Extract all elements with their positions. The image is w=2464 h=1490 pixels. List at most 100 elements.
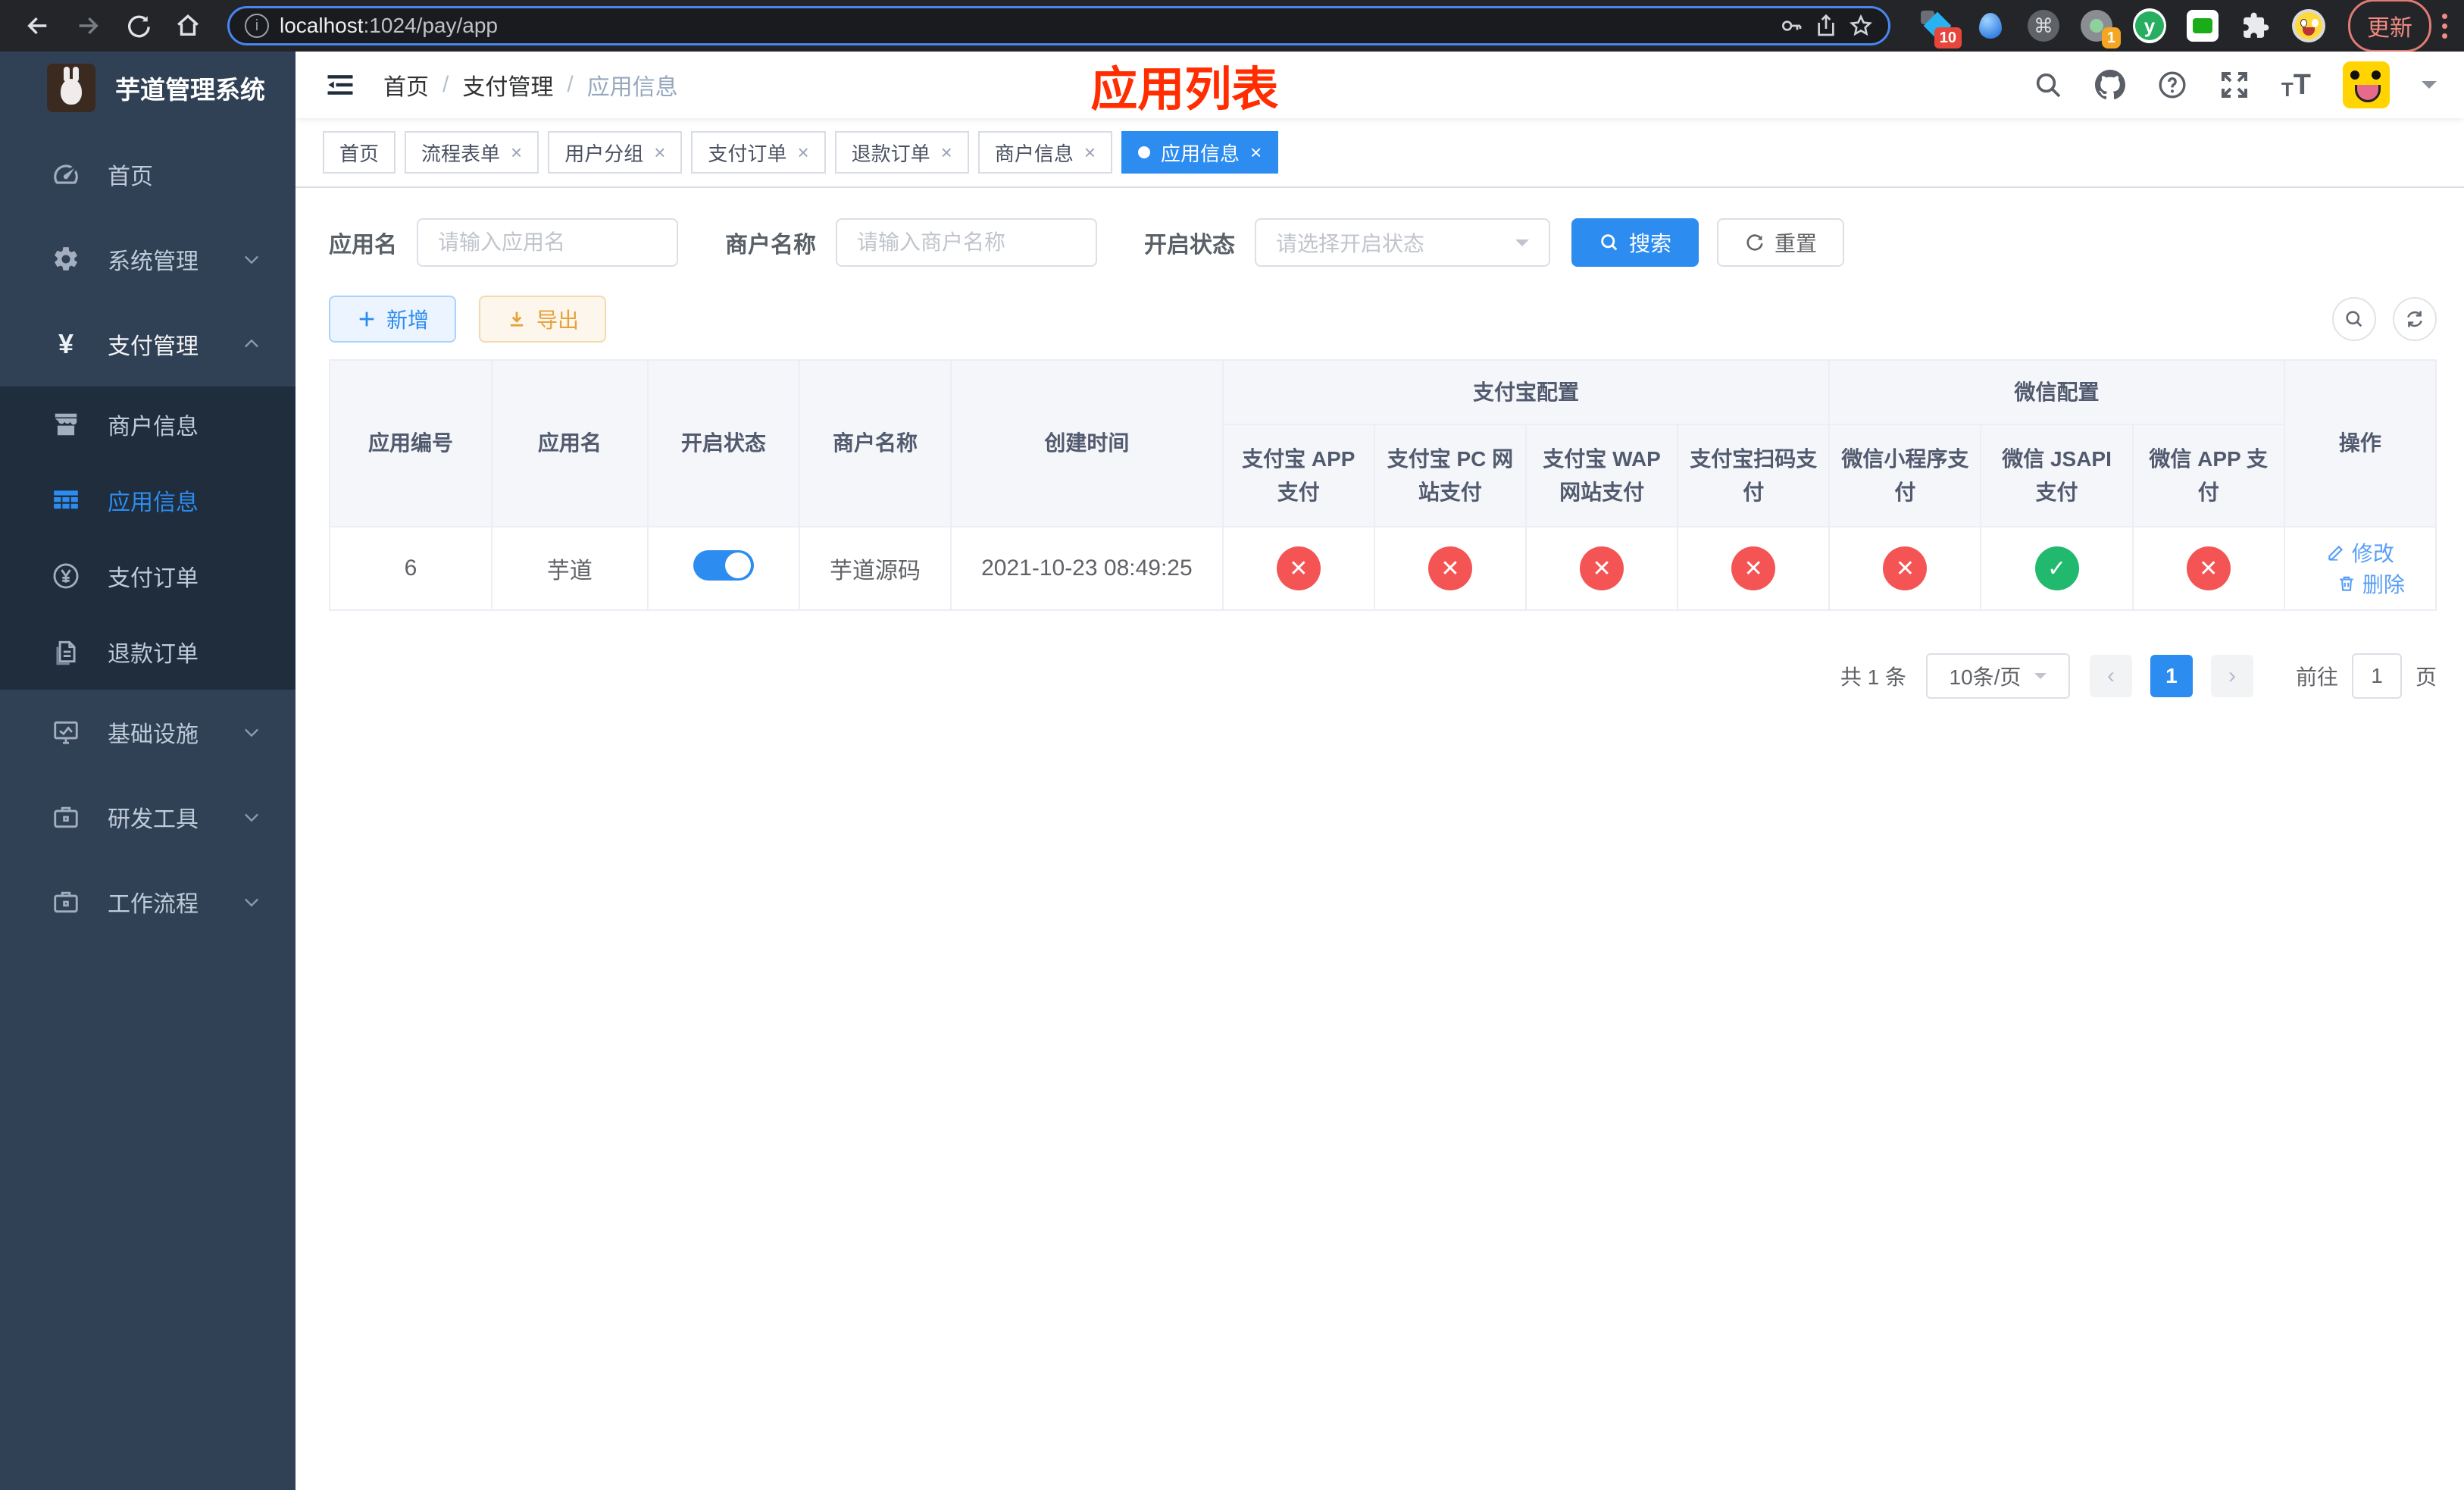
reset-button[interactable]: 重置 xyxy=(1717,218,1845,267)
extension-y-icon[interactable]: y xyxy=(2133,8,2166,43)
tab-close-icon[interactable]: × xyxy=(797,142,808,162)
add-button[interactable]: 新增 xyxy=(329,296,457,343)
user-avatar[interactable] xyxy=(2343,61,2390,108)
filter-merchant-label: 商户名称 xyxy=(725,233,816,258)
tab-close-icon[interactable]: × xyxy=(941,142,952,162)
extension-dot-icon[interactable]: 1 xyxy=(2080,9,2121,49)
tab-merchant-info[interactable]: 商户信息 × xyxy=(977,131,1113,174)
tab-user-group[interactable]: 用户分组 × xyxy=(548,131,683,174)
sidebar-item-merchant-info[interactable]: 商户信息 xyxy=(0,387,295,462)
sidebar-item-app-info[interactable]: 应用信息 xyxy=(0,462,295,538)
show-search-toggle-button[interactable] xyxy=(2332,297,2376,341)
wechat-jsapi-status-icon: ✓ xyxy=(2034,546,2079,590)
sidebar-item-workflow[interactable]: 工作流程 xyxy=(0,859,295,944)
back-icon[interactable] xyxy=(17,5,59,47)
chrome-update-button[interactable]: 更新 xyxy=(2348,0,2431,52)
search-button[interactable]: 搜索 xyxy=(1571,218,1699,267)
bookmark-star-icon[interactable] xyxy=(1849,14,1873,38)
refresh-table-button[interactable] xyxy=(2393,297,2437,341)
pagination: 共 1 条 10条/页 ‹ 1 › 前往 页 xyxy=(329,653,2437,699)
sidebar-item-payment[interactable]: ¥ 支付管理 xyxy=(0,302,295,387)
address-bar[interactable]: i localhost:1024/pay/app xyxy=(227,6,1890,45)
sidebar-item-label: 研发工具 xyxy=(108,807,199,832)
merchant-name-input[interactable] xyxy=(836,218,1097,267)
sidebar-item-pay-order[interactable]: 支付订单 xyxy=(0,538,295,614)
delete-link[interactable]: 删除 xyxy=(2337,568,2405,599)
export-button[interactable]: 导出 xyxy=(479,296,607,343)
page-annotation-title: 应用列表 xyxy=(1090,64,1279,116)
breadcrumb-payment[interactable]: 支付管理 xyxy=(462,68,553,102)
page-size-select[interactable]: 10条/页 xyxy=(1925,653,2070,699)
site-info-icon[interactable]: i xyxy=(245,14,269,38)
col-header-merchant: 商户名称 xyxy=(798,359,952,527)
briefcase-icon xyxy=(50,887,82,916)
tab-refund-order[interactable]: 退款订单 × xyxy=(834,131,969,174)
fullscreen-icon[interactable] xyxy=(2219,70,2250,100)
page-number-button[interactable]: 1 xyxy=(2150,655,2193,697)
goto-page-input[interactable] xyxy=(2351,653,2402,699)
store-icon xyxy=(50,410,82,439)
chevron-down-icon xyxy=(241,806,262,828)
extension-command-icon[interactable]: ⌘ xyxy=(2027,9,2060,42)
reload-icon[interactable] xyxy=(117,5,159,47)
url-text[interactable]: localhost:1024/pay/app xyxy=(280,14,1768,38)
extension-balloon-icon[interactable] xyxy=(1974,9,2007,42)
github-icon[interactable] xyxy=(2094,70,2125,100)
tab-process-form[interactable]: 流程表单 × xyxy=(405,131,539,174)
tab-close-icon[interactable]: × xyxy=(1084,142,1096,162)
alipay-pc-status-icon: ✕ xyxy=(1427,546,1472,590)
breadcrumb: 首页 / 支付管理 / 应用信息 xyxy=(383,68,678,102)
prev-page-button[interactable]: ‹ xyxy=(2089,655,2132,697)
sidebar-item-system[interactable]: 系统管理 xyxy=(0,217,295,302)
forward-icon[interactable] xyxy=(67,5,109,47)
sidebar-item-refund-order[interactable]: 退款订单 xyxy=(0,614,295,690)
chevron-down-icon xyxy=(241,249,262,270)
sidebar-item-label: 支付管理 xyxy=(108,334,199,359)
browser-menu-icon[interactable] xyxy=(2442,13,2447,39)
tab-close-icon[interactable]: × xyxy=(654,142,665,162)
sidebar-item-dev-tools[interactable]: 研发工具 xyxy=(0,775,295,859)
document-icon xyxy=(50,637,82,666)
share-icon[interactable] xyxy=(1814,14,1838,38)
app-title: 芋道管理系统 xyxy=(115,76,265,104)
sidebar-item-infra[interactable]: 基础设施 xyxy=(0,690,295,775)
browser-profile-avatar[interactable] xyxy=(2292,9,2325,42)
col-header-app-name: 应用名 xyxy=(491,359,649,527)
sidebar-item-label: 应用信息 xyxy=(108,490,199,515)
tab-close-icon[interactable]: × xyxy=(1250,142,1262,162)
tab-app-info[interactable]: 应用信息 × xyxy=(1121,131,1279,174)
briefcase-icon xyxy=(50,803,82,831)
next-page-button[interactable]: › xyxy=(2210,655,2253,697)
wechat-mini-status-icon: ✕ xyxy=(1883,546,1928,590)
goto-suffix-label: 页 xyxy=(2415,665,2437,689)
home-icon[interactable] xyxy=(167,5,209,47)
alipay-wap-status-icon: ✕ xyxy=(1580,546,1624,590)
search-icon[interactable] xyxy=(2033,70,2063,100)
app-name-input[interactable] xyxy=(417,218,678,267)
sidebar-item-home[interactable]: 首页 xyxy=(0,132,295,217)
sidebar-item-label: 退款订单 xyxy=(108,642,199,667)
extension-chat-icon[interactable] xyxy=(2186,9,2219,42)
sub-header-alipay-qr: 支付宝扫码支付 xyxy=(1677,424,1831,527)
password-key-icon[interactable] xyxy=(1779,14,1803,38)
extension-diamond-icon[interactable]: 10 xyxy=(1921,9,1962,49)
tab-close-icon[interactable]: × xyxy=(511,142,522,162)
edit-link[interactable]: 修改 xyxy=(2326,537,2394,568)
browser-toolbar: i localhost:1024/pay/app 10 ⌘ 1 y 更新 xyxy=(0,0,2464,52)
tag-view-bar: 首页 流程表单 × 用户分组 × 支付订单 × 退款订单 × 商户信息 × 应用信息 × xyxy=(295,118,2464,188)
app-logo-row[interactable]: 芋道管理系统 xyxy=(0,52,295,124)
breadcrumb-home[interactable]: 首页 xyxy=(383,68,429,102)
tab-home[interactable]: 首页 xyxy=(323,131,396,174)
wechat-app-status-icon: ✕ xyxy=(2186,546,2231,590)
extensions-puzzle-icon[interactable] xyxy=(2239,9,2272,42)
help-icon[interactable] xyxy=(2157,70,2187,100)
tab-pay-order[interactable]: 支付订单 × xyxy=(691,131,826,174)
user-menu-caret-icon[interactable] xyxy=(2422,81,2437,96)
status-select[interactable]: 请选择开启状态 xyxy=(1255,218,1550,267)
cell-merchant: 芋道源码 xyxy=(798,526,952,611)
font-size-icon[interactable]: TT xyxy=(2281,70,2311,99)
select-caret-icon xyxy=(1515,239,1529,253)
sidebar-collapse-icon[interactable] xyxy=(323,67,358,102)
filter-form: 应用名 商户名称 开启状态 请选择开启状态 搜索 重置 xyxy=(329,218,2437,267)
status-toggle[interactable] xyxy=(693,550,754,581)
